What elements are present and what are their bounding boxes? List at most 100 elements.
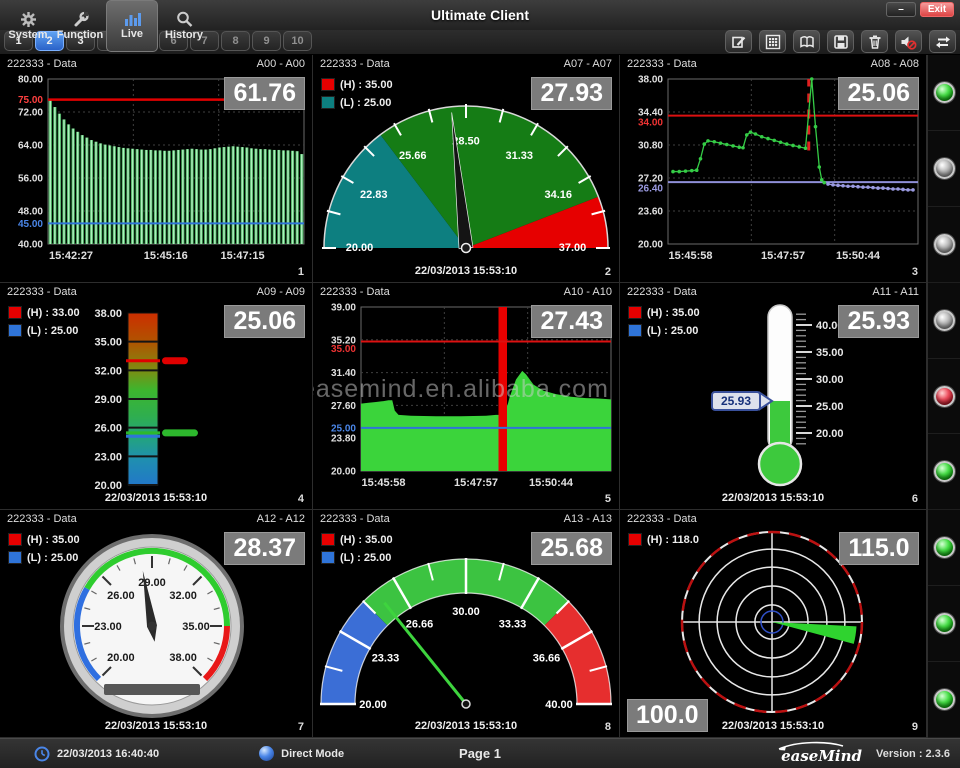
panel-a12-round-gauge[interactable]: 222333 - DataA12 - A12 (H) : 35.00 (L) :… — [0, 510, 313, 738]
sync-button[interactable] — [929, 30, 956, 53]
panel-a07-half-gauge[interactable]: 222333 - DataA07 - A07 (H) : 35.00 (L) :… — [313, 55, 620, 283]
led-cell-3 — [928, 207, 960, 283]
led-cell-9 — [928, 662, 960, 738]
mute-speaker-icon — [900, 34, 917, 50]
legend-swatch-low — [8, 324, 22, 337]
panel-title: 222333 - Data — [7, 58, 77, 73]
magnifier-icon — [176, 11, 193, 28]
legend-label-low: (L) : 25.00 — [340, 552, 391, 564]
svg-text:15:45:58: 15:45:58 — [361, 477, 405, 489]
value-box: 25.06 — [224, 305, 305, 338]
legend-swatch-high — [628, 533, 642, 546]
panel-index: 3 — [912, 266, 918, 278]
nav-function-button[interactable]: Function — [54, 0, 106, 52]
panel-a08-line-trend[interactable]: 222333 - DataA08 - A08 38.0034.4034.0030… — [620, 55, 927, 283]
panel-range: A10 - A10 — [564, 286, 612, 301]
value-box: 25.93 — [838, 305, 919, 338]
legend: (H) : 35.00 (L) : 25.00 — [8, 533, 80, 564]
tab-8[interactable]: 8 — [221, 31, 250, 51]
toolbar — [725, 30, 956, 53]
panel-range: A07 - A07 — [564, 58, 612, 73]
led-indicator-red — [934, 386, 955, 407]
svg-text:32.00: 32.00 — [94, 365, 122, 377]
led-indicator-green — [934, 82, 955, 103]
legend-swatch-high — [628, 306, 642, 319]
svg-text:25.93: 25.93 — [721, 394, 751, 408]
svg-text:23.60: 23.60 — [638, 207, 663, 218]
nav-live-button[interactable]: Live — [106, 0, 158, 52]
svg-text:38.00: 38.00 — [94, 308, 122, 320]
trash-button[interactable] — [861, 30, 888, 53]
svg-text:39.00: 39.00 — [331, 303, 356, 314]
panel-index: 9 — [912, 721, 918, 733]
live-bars-icon — [124, 12, 141, 27]
legend-swatch-high — [321, 533, 335, 546]
led-indicator-gray — [934, 158, 955, 179]
panel-index: 8 — [605, 721, 611, 733]
svg-text:15:47:57: 15:47:57 — [454, 477, 498, 489]
svg-text:20.00: 20.00 — [107, 652, 135, 664]
panel-range: A08 - A08 — [871, 58, 919, 73]
panel-title: 222333 - Data — [627, 513, 697, 528]
svg-text:15:47:15: 15:47:15 — [221, 250, 265, 262]
svg-text:20.00: 20.00 — [816, 428, 844, 440]
svg-text:48.00: 48.00 — [18, 207, 43, 218]
nav-live-label: Live — [121, 28, 143, 40]
panel-a09-vertical-gauge[interactable]: 222333 - DataA09 - A09 (H) : 33.00 (L) :… — [0, 283, 313, 510]
legend: (H) : 35.00 (L) : 25.00 — [321, 533, 393, 564]
brand-swoosh-icon — [777, 741, 847, 751]
value-box-secondary: 100.0 — [627, 699, 708, 732]
svg-text:36.66: 36.66 — [533, 653, 561, 665]
legend-label-low: (L) : 25.00 — [27, 552, 78, 564]
timestamp: 22/03/2013 15:53:10 — [313, 720, 619, 732]
timestamp: 22/03/2013 15:53:10 — [0, 720, 312, 732]
nav-system-button[interactable]: System — [2, 0, 54, 52]
svg-text:40.00: 40.00 — [545, 699, 573, 711]
book-button[interactable] — [793, 30, 820, 53]
panel-title: 222333 - Data — [320, 513, 390, 528]
panel-range: A13 - A13 — [564, 513, 612, 528]
panel-a00-bar-trend[interactable]: 222333 - DataA00 - A00 80.0075.0072.0064… — [0, 55, 313, 283]
svg-text:23.00: 23.00 — [94, 451, 122, 463]
sync-arrows-icon — [935, 34, 951, 50]
panel-a11-thermometer[interactable]: 222333 - DataA11 - A11 (H) : 35.00 (L) :… — [620, 283, 927, 510]
edit-button[interactable] — [725, 30, 752, 53]
led-indicator-green — [934, 461, 955, 482]
value-box: 27.43 — [531, 305, 612, 338]
minimize-button[interactable]: – — [886, 2, 916, 17]
panel-index: 6 — [912, 493, 918, 505]
edit-icon — [731, 34, 747, 50]
legend-label-low: (L) : 25.00 — [647, 325, 698, 337]
svg-text:25.00: 25.00 — [331, 423, 356, 434]
dashboard-grid: 222333 - DataA00 - A00 80.0075.0072.0064… — [0, 55, 960, 738]
nav-history-button[interactable]: History — [158, 0, 210, 52]
svg-text:23.00: 23.00 — [94, 621, 122, 633]
tab-10[interactable]: 10 — [283, 31, 312, 51]
panel-a10-area-trend[interactable]: 222333 - DataA10 - A10 39.0035.2035.0031… — [313, 283, 620, 510]
svg-text:40.00: 40.00 — [18, 240, 43, 251]
timestamp: 22/03/2013 15:53:10 — [620, 492, 926, 504]
value-box: 61.76 — [224, 77, 305, 110]
save-button[interactable] — [827, 30, 854, 53]
panel-title: 222333 - Data — [7, 286, 77, 301]
svg-text:26.00: 26.00 — [107, 590, 135, 602]
led-indicator-green — [934, 537, 955, 558]
main-nav: System Function Live — [2, 0, 210, 55]
grid-button[interactable] — [759, 30, 786, 53]
exit-button[interactable]: Exit — [920, 2, 954, 17]
panel-a14-radar[interactable]: 222333 - Data (H) : 118.0 115.0 100.0 22… — [620, 510, 927, 738]
grid-icon — [765, 34, 781, 50]
watermark: easemind.en.alibaba.com — [313, 375, 609, 404]
led-cell-7 — [928, 510, 960, 586]
svg-text:75.00: 75.00 — [18, 95, 43, 106]
led-cell-6 — [928, 434, 960, 510]
led-cell-2 — [928, 131, 960, 207]
tab-9[interactable]: 9 — [252, 31, 281, 51]
panel-range: A09 - A09 — [257, 286, 305, 301]
svg-text:23.80: 23.80 — [331, 434, 356, 445]
mute-button[interactable] — [895, 30, 922, 53]
panel-title: 222333 - Data — [627, 286, 697, 301]
legend: (H) : 35.00 (L) : 25.00 — [321, 78, 393, 109]
panel-a13-band-gauge[interactable]: 222333 - Data A13 - A13 (H) : 35.00 (L) :… — [313, 510, 620, 738]
svg-text:20.00: 20.00 — [359, 699, 387, 711]
